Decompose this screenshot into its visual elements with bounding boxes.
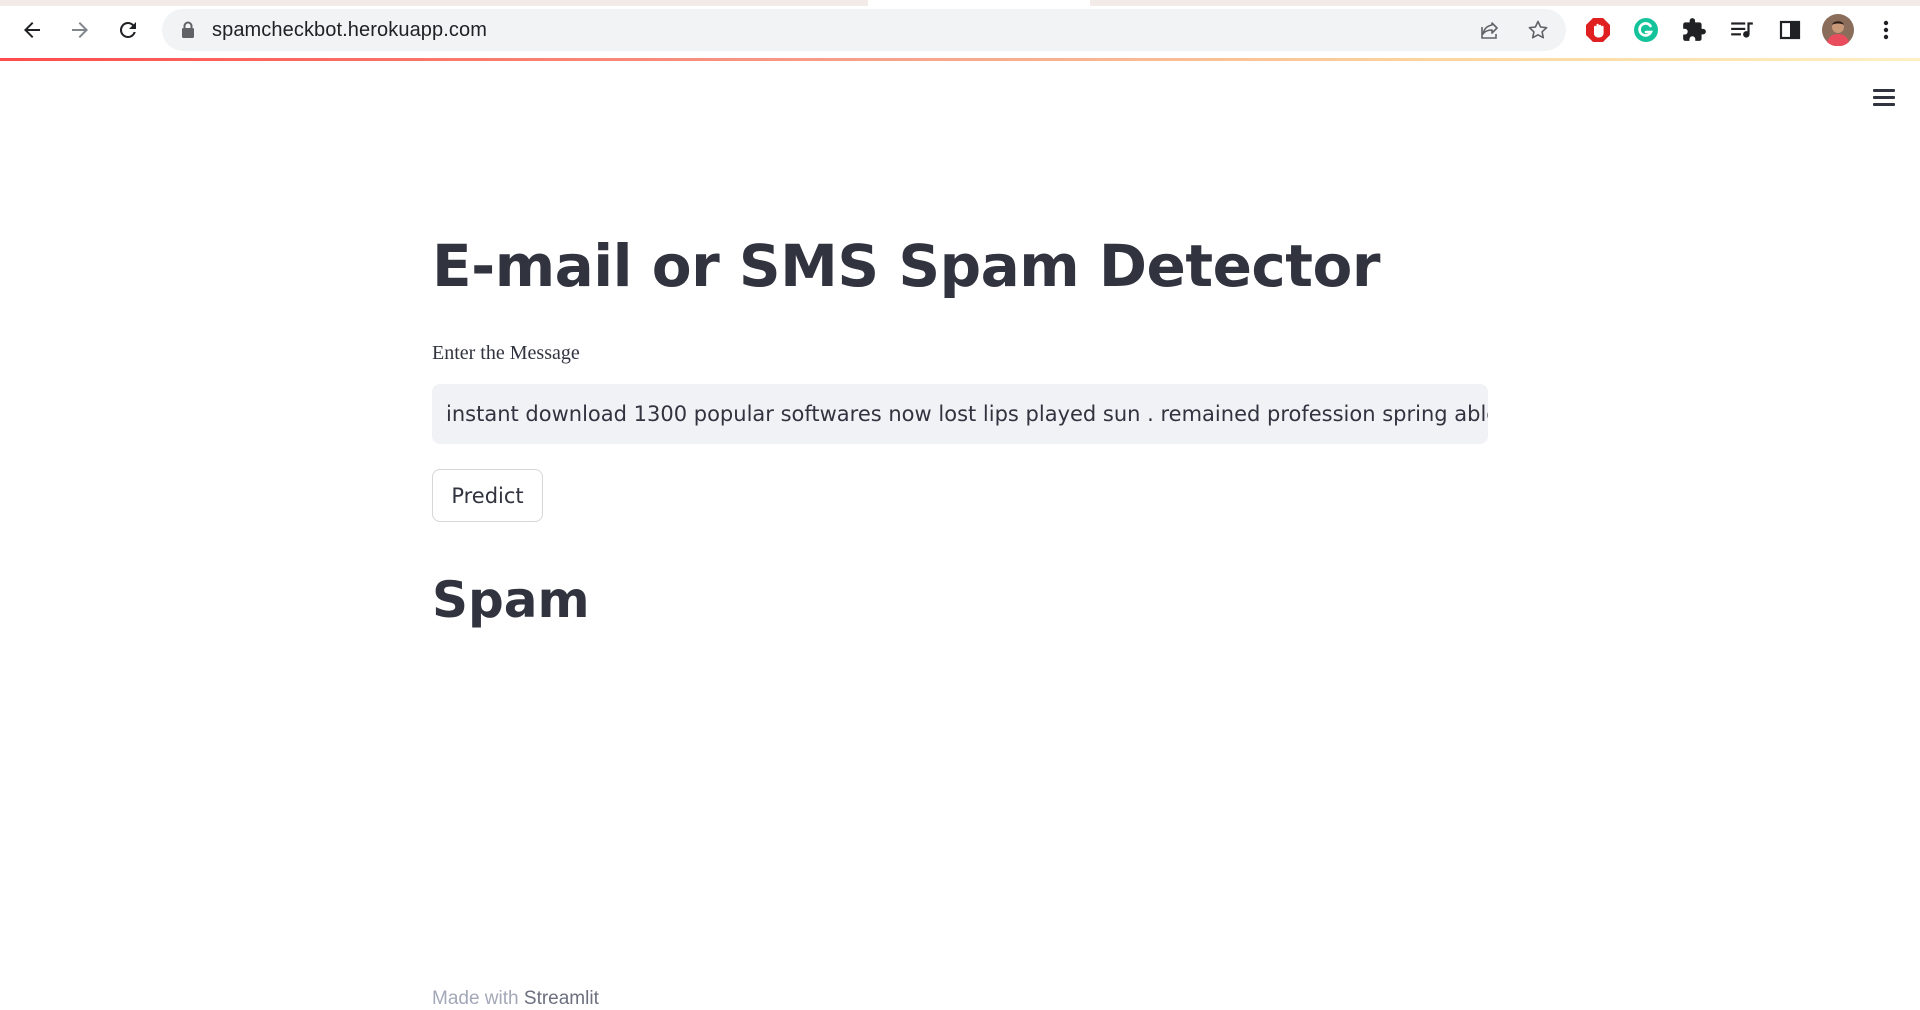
tab-strip-edge: [0, 0, 1920, 6]
predict-button[interactable]: Predict: [432, 469, 543, 522]
media-controls-button[interactable]: [1726, 14, 1758, 46]
share-icon[interactable]: [1478, 18, 1502, 42]
browser-menu-button[interactable]: [1870, 14, 1902, 46]
grammarly-extension-button[interactable]: [1630, 14, 1662, 46]
message-input-label: Enter the Message: [432, 342, 580, 364]
app-menu-button[interactable]: [1870, 85, 1898, 109]
media-controls-icon: [1731, 22, 1753, 38]
back-icon: [24, 22, 40, 38]
reload-button[interactable]: [110, 12, 146, 48]
extensions-puzzle-icon: [1683, 18, 1706, 41]
back-button[interactable]: [14, 12, 50, 48]
grammarly-extension-icon: [1634, 18, 1658, 42]
reload-icon: [119, 21, 136, 38]
hamburger-icon-line: [1873, 103, 1895, 106]
hamburger-icon: [1873, 89, 1895, 92]
menu-kebab-icon: [1883, 20, 1889, 40]
footer-prefix: Made with: [432, 988, 519, 1009]
forward-icon: [72, 22, 88, 38]
footer: Made with Streamlit: [432, 988, 599, 1010]
lock-icon[interactable]: [180, 21, 196, 39]
url-text[interactable]: spamcheckbot.herokuapp.com: [212, 19, 487, 42]
prediction-result: Spam: [432, 571, 590, 629]
browser-toolbar: spamcheckbot.herokuapp.com: [0, 0, 1920, 58]
adblock-extension-button[interactable]: [1582, 14, 1614, 46]
profile-avatar: [1822, 14, 1854, 46]
page-title: E-mail or SMS Spam Detector: [432, 232, 1380, 300]
message-input[interactable]: instant download 1300 popular softwares …: [432, 384, 1488, 444]
streamlit-decoration-bar: [0, 58, 1920, 61]
streamlit-link[interactable]: Streamlit: [524, 988, 599, 1009]
hamburger-icon-line: [1873, 96, 1895, 99]
side-panel-icon: [1779, 20, 1801, 40]
bookmark-star-icon[interactable]: [1526, 18, 1550, 42]
address-bar[interactable]: spamcheckbot.herokuapp.com: [162, 9, 1566, 51]
adblock-extension-icon: [1586, 18, 1610, 42]
active-tab-edge: [868, 0, 1090, 6]
profile-button[interactable]: [1822, 14, 1854, 46]
side-panel-button[interactable]: [1774, 14, 1806, 46]
forward-button[interactable]: [62, 12, 98, 48]
extensions-button[interactable]: [1678, 14, 1710, 46]
